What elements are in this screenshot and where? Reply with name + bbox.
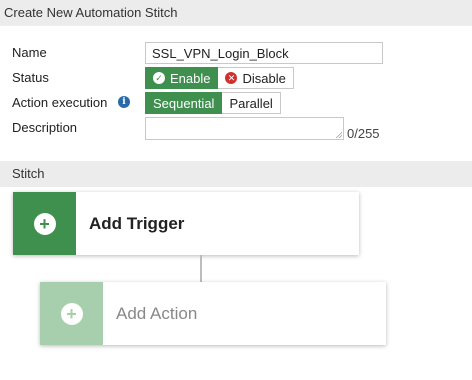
status-disable-button[interactable]: ✕ Disable xyxy=(218,67,294,89)
page-title: Create New Automation Stitch xyxy=(0,0,472,26)
action-execution-label: Action execution xyxy=(12,95,108,110)
resize-grip-icon[interactable] xyxy=(335,131,342,138)
sequential-button[interactable]: Sequential xyxy=(145,92,223,114)
x-circle-icon: ✕ xyxy=(225,72,238,84)
description-char-counter: 0/255 xyxy=(347,126,380,141)
add-action-label: Add Action xyxy=(116,303,198,323)
add-action-card[interactable]: + Add Action xyxy=(40,282,386,345)
status-disable-label: Disable xyxy=(242,70,286,86)
status-enable-label: Enable xyxy=(170,70,211,86)
add-action-icon-box: + xyxy=(40,282,103,345)
plus-circle-icon: + xyxy=(33,212,56,235)
plus-circle-icon: + xyxy=(60,302,83,325)
action-execution-toggle: Sequential Parallel xyxy=(145,92,281,114)
description-textarea[interactable] xyxy=(145,117,344,140)
status-enable-button[interactable]: ✓ Enable xyxy=(145,67,219,89)
parallel-button[interactable]: Parallel xyxy=(222,92,281,114)
status-toggle: ✓ Enable ✕ Disable xyxy=(145,67,294,89)
add-trigger-icon-box: + xyxy=(13,192,76,255)
add-trigger-label: Add Trigger xyxy=(89,213,185,233)
stitch-connector-line xyxy=(200,255,202,282)
check-circle-icon: ✓ xyxy=(153,72,165,84)
description-label: Description xyxy=(12,120,78,135)
info-icon[interactable]: i xyxy=(118,96,130,108)
name-label: Name xyxy=(12,45,47,60)
stitch-section-header: Stitch xyxy=(0,161,472,187)
status-label: Status xyxy=(12,70,49,85)
add-trigger-card[interactable]: + Add Trigger xyxy=(13,192,359,255)
name-input[interactable] xyxy=(145,42,383,64)
